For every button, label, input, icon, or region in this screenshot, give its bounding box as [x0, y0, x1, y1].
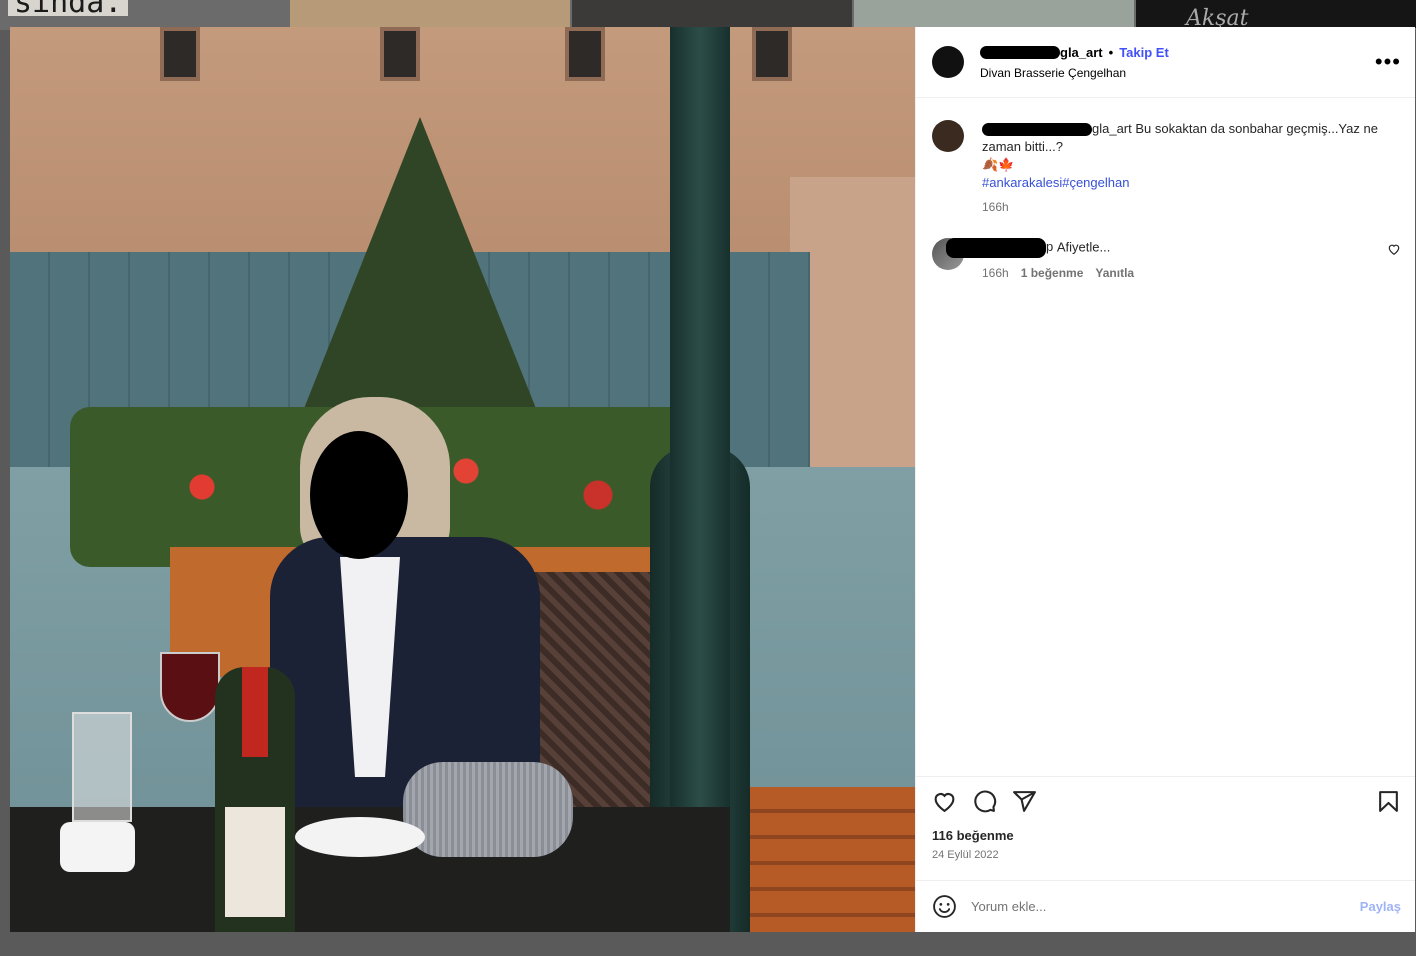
post-side-panel: gla_art • Takip Et Divan Brasserie Çenge…: [915, 27, 1415, 932]
comment-time[interactable]: 166h: [982, 264, 1009, 282]
post-modal: gla_art • Takip Et Divan Brasserie Çenge…: [10, 27, 1415, 932]
comment-input[interactable]: [971, 899, 1360, 914]
username-redaction: [946, 238, 1046, 258]
photo-bottle-label: [225, 807, 285, 917]
avatar[interactable]: [932, 120, 964, 152]
photo-water-glass: [72, 712, 132, 822]
caption-meta: 166h: [982, 198, 1401, 216]
comment-meta: 166h 1 beğenme Yanıtla: [982, 264, 1387, 282]
separator-dot: •: [1108, 44, 1114, 60]
background-tile: [854, 0, 1134, 28]
photo-window: [160, 27, 200, 81]
background-feed: sında. Akşat: [0, 0, 1416, 31]
post-photo[interactable]: [10, 27, 915, 932]
photo-plate: [295, 817, 425, 857]
comment-item: p Afiyetle... 166h 1 beğenme Yanıtla: [932, 238, 1401, 282]
comment-likes[interactable]: 1 beğenme: [1021, 264, 1084, 282]
caption-username[interactable]: gla_art: [982, 121, 1135, 137]
comment-bubble-icon[interactable]: [972, 789, 997, 814]
background-caption-text: sında.: [8, 0, 129, 16]
photo-lamp-post: [670, 27, 730, 932]
username-suffix: gla_art: [1092, 121, 1132, 136]
caption-hashtags[interactable]: #ankarakalesi#çengelhan: [982, 174, 1401, 192]
photo-wine-glass: [160, 652, 220, 722]
reply-button[interactable]: Yanıtla: [1095, 264, 1134, 282]
comment-username[interactable]: p: [946, 238, 1057, 258]
background-tile: [1136, 0, 1416, 28]
comment-heart-icon[interactable]: [1387, 242, 1401, 256]
photo-face-redaction: [310, 431, 408, 559]
comment-body: p Afiyetle... 166h 1 beğenme Yanıtla: [946, 238, 1387, 282]
photo-ashtray: [60, 822, 135, 872]
photo-window: [752, 27, 792, 81]
action-icons: [932, 789, 1401, 814]
background-tile: [572, 0, 852, 28]
post-header-top: gla_art • Takip Et: [980, 45, 1375, 60]
add-comment-bar: Paylaş: [916, 880, 1415, 932]
avatar[interactable]: [932, 46, 964, 78]
more-options-icon[interactable]: •••: [1375, 49, 1401, 75]
post-comment-button[interactable]: Paylaş: [1360, 899, 1401, 914]
post-header: gla_art • Takip Et Divan Brasserie Çenge…: [916, 27, 1415, 98]
caption-time[interactable]: 166h: [982, 198, 1009, 216]
background-tile: [290, 0, 570, 28]
action-bar: 116 beğenme 24 Eylül 2022: [916, 776, 1415, 880]
comments-list: gla_art Bu sokaktan da sonbahar geçmiş..…: [916, 98, 1415, 776]
caption-body: gla_art Bu sokaktan da sonbahar geçmiş..…: [982, 120, 1401, 216]
likes-count[interactable]: 116 beğenme: [932, 828, 1401, 843]
photo-stone-dish: [403, 762, 573, 857]
post-header-info: gla_art • Takip Et Divan Brasserie Çenge…: [980, 45, 1375, 80]
caption-emojis: 🍂🍁: [982, 157, 1015, 172]
follow-button[interactable]: Takip Et: [1119, 45, 1169, 60]
post-date[interactable]: 24 Eylül 2022: [932, 849, 1401, 861]
photo-bottle-neck: [242, 667, 268, 757]
emoji-icon[interactable]: [932, 894, 957, 919]
username-suffix: gla_art: [1060, 44, 1103, 60]
username-redaction: [980, 45, 1060, 59]
photo-window: [565, 27, 605, 81]
photo-window: [380, 27, 420, 81]
share-send-icon[interactable]: [1012, 789, 1037, 814]
comment-text: Afiyetle...: [1056, 239, 1111, 255]
username-link[interactable]: gla_art: [980, 45, 1103, 60]
username-suffix: p: [1046, 239, 1054, 255]
caption: gla_art Bu sokaktan da sonbahar geçmiş..…: [932, 120, 1401, 216]
location-link[interactable]: Divan Brasserie Çengelhan: [980, 66, 1375, 80]
like-heart-icon[interactable]: [932, 789, 957, 814]
username-redaction: [982, 123, 1092, 137]
bookmark-icon[interactable]: [1376, 789, 1401, 814]
